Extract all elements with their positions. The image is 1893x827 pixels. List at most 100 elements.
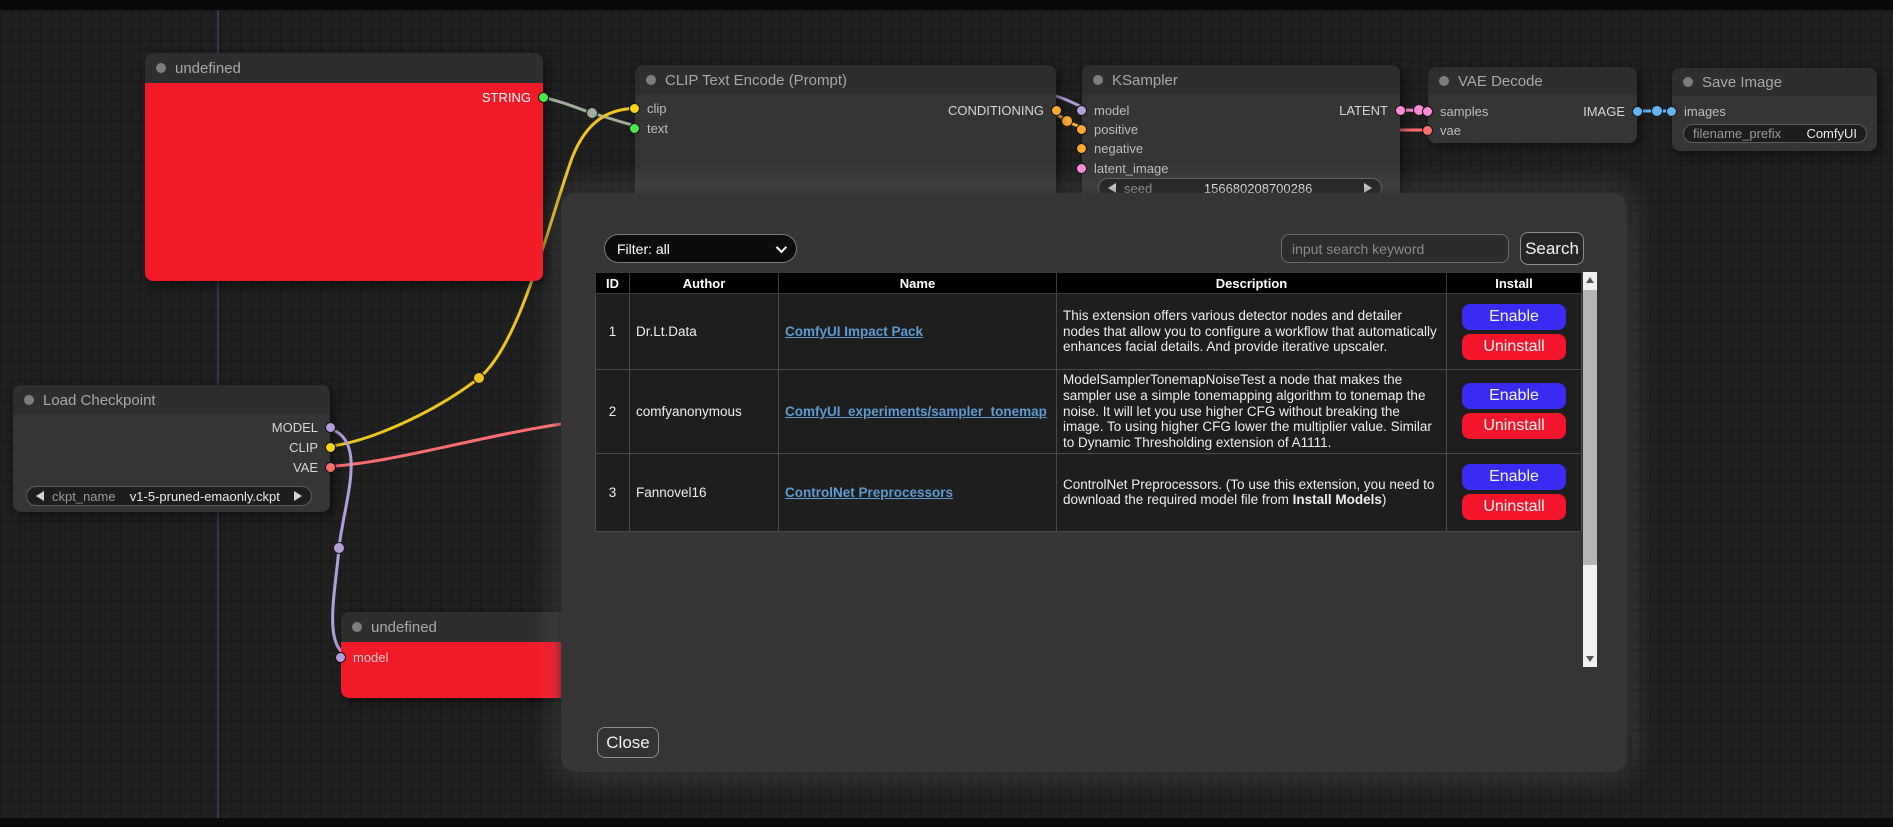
slot-dot-icon[interactable] (1422, 125, 1433, 136)
node-body: samples vae IMAGE (1428, 95, 1637, 143)
output-slot-conditioning[interactable]: CONDITIONING (948, 103, 1062, 117)
table-scrollbar[interactable] (1583, 272, 1597, 667)
node-title: undefined (175, 60, 241, 77)
scroll-up-icon[interactable] (1586, 277, 1594, 283)
slot-dot-icon[interactable] (1051, 105, 1062, 116)
input-slot-clip[interactable]: clip (629, 101, 667, 115)
ckpt-name-widget[interactable]: ckpt_name v1-5-pruned-emaonly.ckpt (26, 486, 312, 506)
link-midpoint-dot (1652, 106, 1663, 117)
close-button[interactable]: Close (597, 727, 659, 758)
ckpt-name-value: v1-5-pruned-emaonly.ckpt (124, 489, 286, 504)
slot-dot-icon[interactable] (538, 92, 549, 103)
enable-button[interactable]: Enable (1462, 383, 1566, 409)
input-slot-model[interactable]: model (1076, 103, 1129, 117)
slot-dot-icon[interactable] (1632, 106, 1643, 117)
input-slot-vae[interactable]: vae (1422, 123, 1461, 137)
output-slot-vae[interactable]: VAE (293, 460, 336, 474)
table-row: 1 Dr.Lt.Data ComfyUI Impact Pack This ex… (596, 294, 1582, 370)
output-slot-image[interactable]: IMAGE (1583, 104, 1643, 118)
link-midpoint-dot (1062, 116, 1073, 127)
input-slot-positive[interactable]: positive (1076, 122, 1138, 136)
input-slot-negative[interactable]: negative (1076, 141, 1143, 155)
node-title: Load Checkpoint (43, 392, 156, 409)
extension-link[interactable]: ComfyUI_experiments/sampler_tonemap (785, 404, 1047, 419)
slot-dot-icon[interactable] (325, 442, 336, 453)
header-id: ID (596, 273, 630, 294)
slot-dot-icon[interactable] (1076, 143, 1087, 154)
node-status-dot-icon (1683, 77, 1693, 87)
slot-dot-icon[interactable] (1076, 163, 1087, 174)
input-slot-images[interactable]: images (1666, 104, 1726, 118)
decrement-arrow-icon[interactable] (1108, 183, 1116, 193)
slot-dot-icon[interactable] (325, 462, 336, 473)
uninstall-button[interactable]: Uninstall (1462, 494, 1566, 520)
filter-selected-value: Filter: all (617, 241, 670, 257)
slot-dot-icon[interactable] (325, 422, 336, 433)
cell-author: Fannovel16 (630, 453, 779, 531)
node-status-dot-icon (24, 395, 34, 405)
filename-prefix-widget[interactable]: filename_prefix ComfyUI (1683, 124, 1867, 143)
scrollbar-thumb[interactable] (1583, 290, 1597, 565)
node-undefined-bottom[interactable]: undefined model (341, 612, 567, 698)
slot-dot-icon[interactable] (1422, 106, 1433, 117)
slot-dot-icon[interactable] (1076, 124, 1087, 135)
uninstall-button[interactable]: Uninstall (1462, 334, 1566, 360)
slot-dot-icon[interactable] (629, 103, 640, 114)
graph-canvas[interactable]: undefined STRING CLIP Text Encode (Promp… (0, 0, 1893, 827)
node-title: undefined (371, 619, 437, 636)
slot-dot-icon[interactable] (1395, 105, 1406, 116)
header-name: Name (779, 273, 1057, 294)
enable-button[interactable]: Enable (1462, 304, 1566, 330)
search-button[interactable]: Search (1520, 232, 1584, 265)
node-save-image[interactable]: Save Image images filename_prefix ComfyU… (1672, 68, 1877, 151)
slot-dot-icon[interactable] (335, 652, 346, 663)
header-author: Author (630, 273, 779, 294)
node-titlebar[interactable]: undefined (145, 53, 543, 83)
cell-description: ControlNet Preprocessors. (To use this e… (1057, 453, 1447, 531)
cell-install: Enable Uninstall (1447, 453, 1582, 531)
increment-arrow-icon[interactable] (1364, 183, 1372, 193)
uninstall-button[interactable]: Uninstall (1462, 413, 1566, 439)
filter-select[interactable]: Filter: all (604, 234, 797, 263)
output-slot-clip[interactable]: CLIP (289, 440, 336, 454)
input-slot-latent-image[interactable]: latent_image (1076, 161, 1168, 175)
output-slot-latent[interactable]: LATENT (1339, 103, 1406, 117)
chevron-down-icon (776, 241, 787, 252)
cell-id: 3 (596, 453, 630, 531)
input-slot-model[interactable]: model (335, 650, 388, 664)
slot-dot-icon[interactable] (629, 123, 640, 134)
extension-link[interactable]: ComfyUI Impact Pack (785, 324, 923, 339)
increment-arrow-icon[interactable] (294, 491, 302, 501)
cell-id: 2 (596, 370, 630, 454)
node-load-checkpoint[interactable]: Load Checkpoint MODEL CLIP VAE ckpt_name… (13, 385, 330, 512)
node-title: CLIP Text Encode (Prompt) (665, 72, 847, 89)
input-slot-text[interactable]: text (629, 121, 668, 135)
output-slot-string[interactable]: STRING (482, 90, 549, 104)
header-description: Description (1057, 273, 1447, 294)
extension-link[interactable]: ControlNet Preprocessors (785, 485, 953, 500)
output-slot-model[interactable]: MODEL (272, 420, 336, 434)
node-titlebar[interactable]: VAE Decode (1428, 67, 1637, 95)
enable-button[interactable]: Enable (1462, 464, 1566, 490)
node-body: model (341, 642, 567, 698)
search-input[interactable] (1281, 234, 1509, 263)
node-ksampler[interactable]: KSampler model positive negative latent_… (1082, 65, 1400, 213)
link-midpoint-dot (334, 543, 345, 554)
node-status-dot-icon (646, 75, 656, 85)
decrement-arrow-icon[interactable] (36, 491, 44, 501)
node-titlebar[interactable]: Load Checkpoint (13, 385, 330, 415)
slot-dot-icon[interactable] (1076, 105, 1087, 116)
cell-install: Enable Uninstall (1447, 370, 1582, 454)
slot-dot-icon[interactable] (1666, 106, 1677, 117)
node-titlebar[interactable]: CLIP Text Encode (Prompt) (635, 65, 1056, 95)
node-vae-decode[interactable]: VAE Decode samples vae IMAGE (1428, 67, 1637, 143)
node-titlebar[interactable]: undefined (341, 612, 567, 642)
link-midpoint-dot (474, 373, 485, 384)
input-slot-samples[interactable]: samples (1422, 104, 1488, 118)
table-header-row: ID Author Name Description Install (596, 273, 1582, 294)
node-titlebar[interactable]: KSampler (1082, 65, 1400, 95)
node-undefined-top[interactable]: undefined STRING (145, 53, 543, 281)
scroll-down-icon[interactable] (1586, 656, 1594, 662)
node-status-dot-icon (1093, 75, 1103, 85)
node-titlebar[interactable]: Save Image (1672, 68, 1877, 96)
